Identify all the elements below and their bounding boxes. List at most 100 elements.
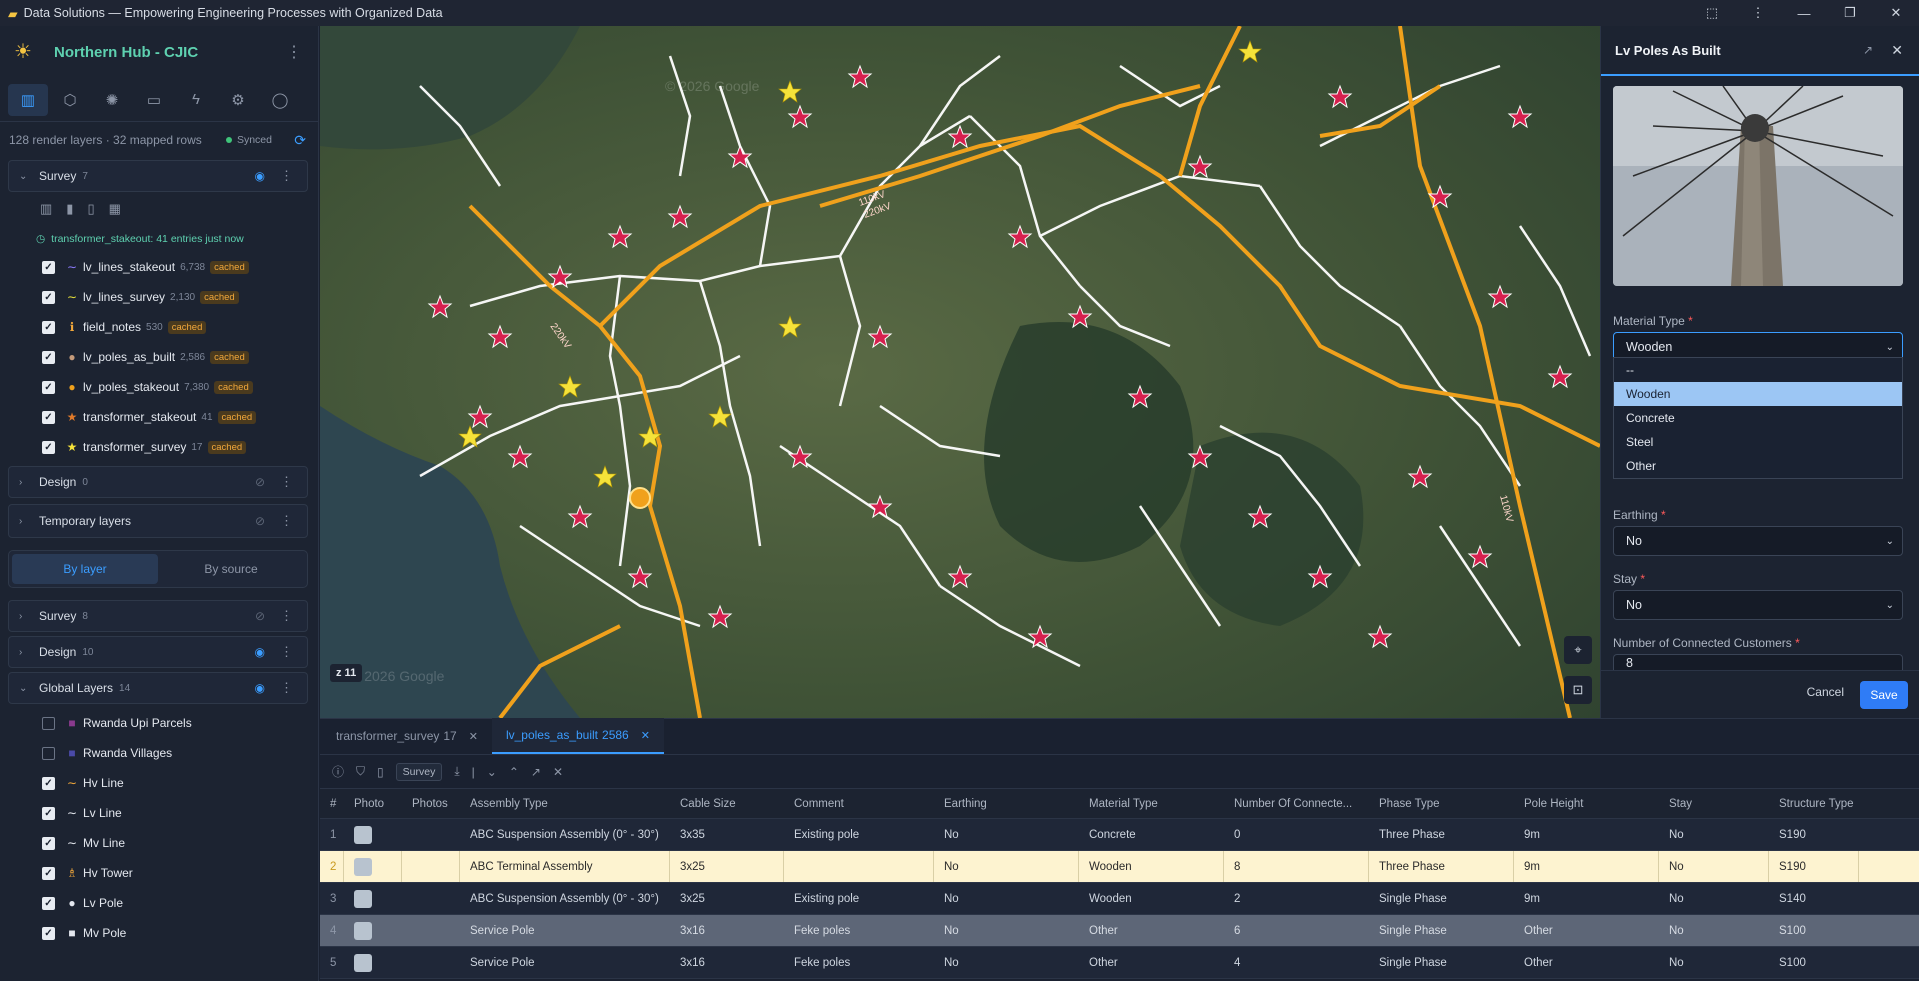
layer-checkbox[interactable]: ✓ [42,776,55,790]
thumbnail-image[interactable] [354,953,372,972]
table-cell[interactable]: Service Pole [460,915,670,946]
tab-transformer-survey[interactable]: transformer_survey 17 ✕ [322,718,492,754]
layer-item[interactable]: ✓ ★ transformer_survey 17 cached [0,432,318,462]
table-cell[interactable] [784,851,934,882]
map-view[interactable]: 220kV 110kV 220kV 110kV © 2026 Google © … [320,26,1600,718]
table-cell[interactable]: 4 [1224,947,1369,978]
table-row[interactable]: 1 ABC Suspension Assembly (0° - 30°) 3x35 E… [320,819,1919,851]
photo-thumbnail[interactable] [344,851,402,882]
extensions-icon[interactable]: ⬚ [1689,0,1735,26]
layer-item[interactable]: ■ Rwanda Upi Parcels [0,708,318,738]
layer-item[interactable]: ■ Rwanda Villages [0,738,318,768]
info-icon[interactable]: ⓘ [332,763,344,780]
more-icon[interactable]: ⋮ [280,608,293,624]
filter-icon[interactable]: ⛉ [356,764,365,779]
table-cell[interactable]: 9m [1514,851,1659,882]
photo-thumbnail[interactable] [344,819,402,850]
column-header[interactable]: # [320,789,344,818]
bolt-icon[interactable]: ϟ [176,84,216,116]
minimize-button[interactable]: — [1781,0,1827,26]
thumbnail-image[interactable] [354,857,372,876]
table-cell[interactable] [402,819,460,850]
table-cell[interactable]: Wooden [1079,883,1224,914]
table-cell[interactable]: 3 [320,883,344,914]
zoom-select-icon[interactable]: ⊡ [1564,676,1592,704]
chevron-right-icon[interactable]: › [19,516,33,527]
maximize-button[interactable]: ❐ [1827,0,1873,26]
more-icon[interactable]: ⋮ [280,513,293,529]
cube-icon[interactable]: ⬡ [50,84,90,116]
column-header[interactable]: Material Type [1079,789,1224,818]
table-cell[interactable]: Single Phase [1369,915,1514,946]
layer-checkbox[interactable]: ✓ [42,806,55,820]
eye-icon[interactable]: ◉ [255,645,265,659]
earthing-select[interactable]: No ⌄ [1613,526,1903,556]
by-layer-tab[interactable]: By layer [12,554,158,584]
table-cell[interactable]: Three Phase [1369,819,1514,850]
layer-checkbox[interactable]: ✓ [42,836,55,850]
chevron-down-icon[interactable]: ⌄ [487,765,497,779]
table-cell[interactable]: No [1659,851,1769,882]
photo-thumbnail[interactable] [344,915,402,946]
dropdown-option[interactable]: Steel [1614,430,1902,454]
group-survey[interactable]: ⌄ Survey 7 ◉ ⋮ [8,160,308,192]
chart-icon[interactable]: ▮ [66,201,73,217]
table-cell[interactable]: 3x25 [670,883,784,914]
chevron-right-icon[interactable]: › [19,477,33,488]
workspace-more-icon[interactable]: ⋮ [286,42,302,62]
table-cell[interactable]: No [934,915,1079,946]
menu-dots-icon[interactable]: ⋮ [1735,0,1781,26]
workspace-name[interactable]: Northern Hub - CJIC [54,44,198,61]
source-filter[interactable]: Survey [395,762,443,781]
table-cell[interactable] [402,883,460,914]
table-cell[interactable]: ABC Suspension Assembly (0° - 30°) [460,819,670,850]
folder-icon[interactable]: ▭ [134,84,174,116]
table-cell[interactable]: Feke poles [784,915,934,946]
column-header[interactable]: Phase Type [1369,789,1514,818]
photo-thumbnail[interactable] [344,947,402,978]
column-header[interactable]: Assembly Type [460,789,670,818]
table-cell[interactable]: Other [1079,947,1224,978]
user-icon[interactable]: ◯ [260,84,300,116]
chevron-right-icon[interactable]: › [19,611,33,622]
layer-item[interactable]: ✓ ● Lv Pole [0,888,318,918]
layer-item[interactable]: ✓ ● lv_poles_as_built 2,586 cached [0,342,318,372]
table-cell[interactable]: 5 [320,947,344,978]
table-cell[interactable]: 9m [1514,883,1659,914]
eye-off-icon[interactable]: ⊘ [255,609,265,623]
table-row[interactable]: 2 ABC Terminal Assembly 3x25 No Wooden 8 Three… [320,851,1919,883]
table-row[interactable]: 3 ABC Suspension Assembly (0° - 30°) 3x25 E… [320,883,1919,915]
table-cell[interactable]: No [1659,915,1769,946]
column-header[interactable]: Photo [344,789,402,818]
layer-item[interactable]: ✓ ∼ lv_lines_survey 2,130 cached [0,282,318,312]
table-cell[interactable]: 0 [1224,819,1369,850]
layer-item[interactable]: ✓ ● lv_poles_stakeout 7,380 cached [0,372,318,402]
source-survey[interactable]: › Survey 8 ⊘ ⋮ [8,600,308,632]
more-icon[interactable]: ⋮ [280,168,293,184]
table-cell[interactable]: 9m [1514,819,1659,850]
group-temporary[interactable]: › Temporary layers ⊘ ⋮ [8,504,308,538]
table-cell[interactable]: 3x25 [670,851,784,882]
table-cell[interactable]: 3x16 [670,915,784,946]
table-cell[interactable]: Single Phase [1369,947,1514,978]
chevron-up-icon[interactable]: ⌃ [509,765,519,779]
table-cell[interactable]: Single Phase [1369,883,1514,914]
table-cell[interactable]: No [1659,819,1769,850]
layer-item[interactable]: ✓ ∼ Hv Line [0,768,318,798]
table-cell[interactable]: Other [1514,947,1659,978]
table-cell[interactable]: No [934,851,1079,882]
table-cell[interactable] [402,851,460,882]
table-row[interactable]: 4 Service Pole 3x16 Feke poles No Other 6 Singl… [320,915,1919,947]
photo-thumbnail[interactable] [344,883,402,914]
table-cell[interactable]: 2 [320,851,344,882]
table-cell[interactable]: 2 [1224,883,1369,914]
column-header[interactable]: Structure Type [1769,789,1859,818]
table-cell[interactable]: S100 [1769,915,1859,946]
layer-checkbox[interactable]: ✓ [42,380,55,394]
layer-checkbox[interactable]: ✓ [42,260,55,274]
table-cell[interactable]: S190 [1769,851,1859,882]
more-icon[interactable]: ⋮ [280,644,293,660]
chevron-right-icon[interactable]: › [19,647,33,658]
column-header[interactable]: Pole Height [1514,789,1659,818]
layer-checkbox[interactable]: ✓ [42,896,55,910]
